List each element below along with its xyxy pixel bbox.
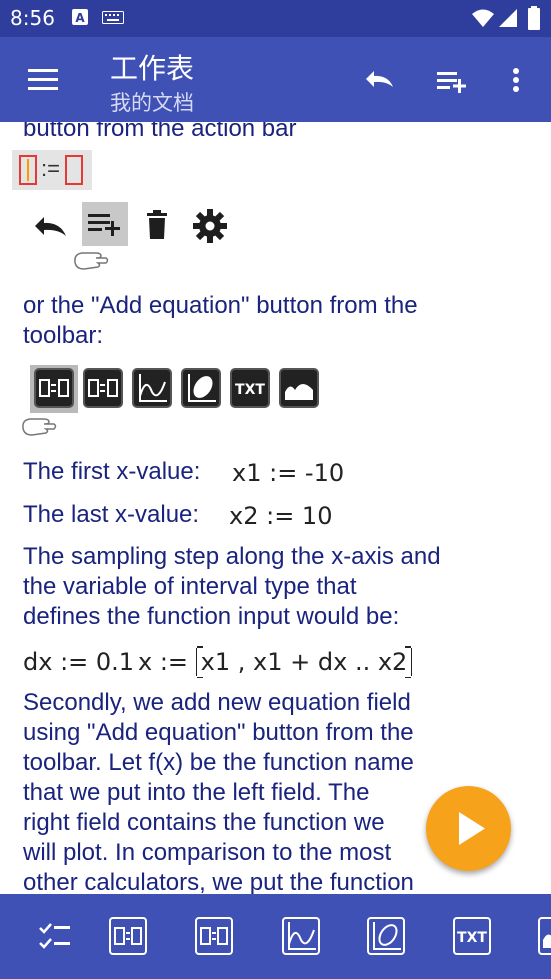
image-icon	[538, 917, 551, 955]
menu-button[interactable]	[26, 65, 60, 93]
text-sampling-3: defines the function input would be:	[23, 603, 400, 630]
function-plot-icon	[282, 917, 320, 955]
illustration-settings-icon	[192, 208, 228, 249]
add-equation-button[interactable]	[436, 67, 470, 95]
equation-assign-icon	[109, 917, 147, 955]
battery-icon	[528, 6, 540, 35]
text-add-equation-1: or the "Add equation" button from the	[23, 292, 418, 319]
toolbar-parametric-plot-button[interactable]	[366, 916, 406, 956]
cell-signal-icon	[498, 8, 518, 33]
equation-x-range: x1 , x1 + dx .. x2	[200, 648, 408, 676]
text-last-x-label: The last x-value:	[23, 501, 200, 528]
toolbar-image-button[interactable]	[537, 916, 551, 956]
illustration-equation-assign-icon	[34, 368, 74, 408]
equation-x-interval[interactable]: x := x1 , x1 + dx .. x2	[138, 646, 413, 678]
checklist-icon	[39, 923, 70, 949]
illustration-image-icon	[279, 368, 319, 408]
equation-x-lhs: x :=	[138, 648, 189, 676]
more-options-button[interactable]	[508, 65, 524, 95]
toolbar-equation-equal-button[interactable]	[194, 916, 234, 956]
app-title: 工作表	[110, 52, 195, 85]
formula-right-placeholder	[65, 155, 83, 185]
text-second-7: other calculators, we put the function	[23, 869, 414, 894]
formula-left-placeholder	[19, 155, 37, 185]
text-first-x-label: The first x-value:	[23, 458, 201, 485]
keyboard-icon	[102, 11, 124, 29]
play-icon	[459, 812, 485, 845]
text-second-2: using "Add equation" button from the	[23, 719, 414, 746]
playlist-add-icon	[437, 72, 466, 93]
text-icon: TXT	[453, 917, 491, 955]
text-sampling-2: the variable of interval type that	[23, 573, 357, 600]
wifi-icon	[471, 8, 495, 33]
status-time: 8:56	[10, 6, 55, 30]
undo-button[interactable]	[362, 65, 398, 95]
formula-assign-operator: :=	[41, 156, 60, 181]
hamburger-menu-icon	[28, 69, 58, 90]
text-second-4: that we put into the left field. The	[23, 779, 370, 806]
undo-icon	[366, 71, 393, 87]
keyboard-a-icon: A	[72, 9, 88, 30]
worksheet-content[interactable]: button from the action bar := or the "Ad…	[0, 122, 551, 894]
equation-x1[interactable]: x1 := -10	[232, 459, 344, 487]
text-second-1: Secondly, we add new equation field	[23, 689, 411, 716]
parametric-plot-icon	[367, 917, 405, 955]
illustration-delete-icon	[146, 210, 168, 245]
text-sampling-1: The sampling step along the x-axis and	[23, 543, 441, 570]
interval-bracket: x1 , x1 + dx .. x2	[195, 646, 413, 678]
illustration-equation-equal-icon	[83, 368, 123, 408]
pointing-hand-icon	[20, 410, 58, 443]
app-subtitle: 我的文档	[110, 91, 194, 115]
svg-text:TXT: TXT	[457, 930, 487, 946]
equation-dx[interactable]: dx := 0.1	[23, 648, 134, 676]
illustration-text-icon: TXT	[230, 368, 270, 408]
svg-text:A: A	[75, 11, 85, 25]
text-second-5: right field contains the function we	[23, 809, 385, 836]
status-bar: 8:56 A	[0, 0, 551, 37]
illustration-parametric-plot-icon	[181, 368, 221, 408]
text-second-6: will plot. In comparison to the most	[23, 839, 392, 866]
more-vert-icon	[513, 68, 519, 92]
pointing-hand-icon	[72, 244, 110, 277]
text-line-action-bar: button from the action bar	[23, 122, 297, 142]
equation-equal-icon	[195, 917, 233, 955]
toolbar-equation-assign-button[interactable]	[108, 916, 148, 956]
run-calculate-button[interactable]	[426, 786, 511, 871]
sample-formula-box: :=	[12, 150, 92, 190]
equation-x2[interactable]: x2 := 10	[229, 502, 332, 530]
svg-text:TXT: TXT	[235, 382, 265, 398]
text-second-3: toolbar. Let f(x) be the function name	[23, 749, 414, 776]
bottom-toolbar: TXT	[0, 894, 551, 979]
toolbar-function-plot-button[interactable]	[281, 916, 321, 956]
toolbar-checklist-button[interactable]	[36, 916, 76, 956]
toolbar-text-button[interactable]: TXT	[452, 916, 492, 956]
illustration-function-plot-icon	[132, 368, 172, 408]
illustration-add-equation-icon	[82, 202, 128, 246]
illustration-undo-icon	[32, 212, 70, 247]
text-add-equation-2: toolbar:	[23, 322, 104, 349]
app-bar: 工作表 我的文档	[0, 37, 551, 122]
